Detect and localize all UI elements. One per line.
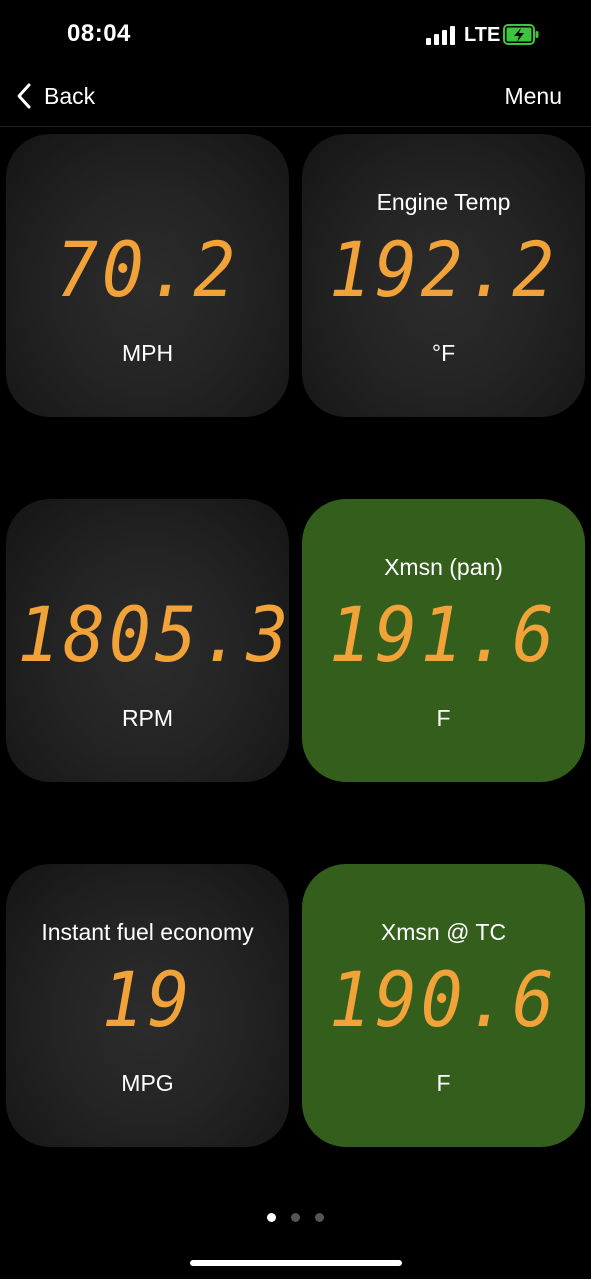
gauge-value: 1805.3: [17, 590, 292, 679]
gauge-tile-xmsn-tc[interactable]: Xmsn @ TC 190.6 F: [302, 864, 585, 1147]
gauge-value: 19: [101, 955, 194, 1044]
gauge-tile-speed[interactable]: 70.2 MPH: [6, 134, 289, 417]
gauge-unit: °F: [431, 340, 456, 366]
network-type: LTE: [464, 24, 501, 46]
gauge-tile-xmsn-pan[interactable]: Xmsn (pan) 191.6 F: [302, 499, 585, 782]
page-dot[interactable]: [315, 1213, 324, 1222]
home-indicator[interactable]: [190, 1260, 402, 1266]
page-dot[interactable]: [267, 1213, 276, 1222]
page-indicator[interactable]: [0, 1213, 591, 1222]
page-dot[interactable]: [291, 1213, 300, 1222]
navigation-bar: Back Menu: [0, 70, 591, 127]
gauge-value: 70.2: [55, 225, 240, 314]
gauge-value: 191.6: [329, 590, 558, 679]
gauge-title: Instant fuel economy: [41, 919, 254, 945]
battery-charging-icon: [503, 24, 539, 45]
gauge-tile-fuel-economy[interactable]: Instant fuel economy 19 MPG: [6, 864, 289, 1147]
chevron-left-icon: [17, 83, 31, 109]
gauge-title: Xmsn (pan): [384, 554, 503, 580]
gauge-unit: F: [436, 1070, 451, 1096]
gauge-unit: RPM: [121, 705, 174, 731]
menu-button[interactable]: Menu: [504, 83, 562, 110]
gauge-unit: MPG: [121, 1070, 174, 1096]
gauge-value: 192.2: [329, 225, 558, 314]
cellular-signal-icon: [426, 25, 456, 45]
gauge-tile-rpm[interactable]: 1805.3 RPM: [6, 499, 289, 782]
gauge-value: 190.6: [329, 955, 558, 1044]
status-time: 08:04: [67, 20, 131, 47]
back-label: Back: [44, 82, 96, 109]
gauge-unit: MPH: [121, 340, 174, 366]
gauge-title: Engine Temp: [376, 189, 511, 215]
gauge-title: Xmsn @ TC: [380, 919, 507, 945]
gauge-tile-engine-temp[interactable]: Engine Temp 192.2 °F: [302, 134, 585, 417]
back-button[interactable]: Back: [16, 80, 95, 112]
status-bar: 08:04 LTE: [0, 0, 591, 70]
gauge-unit: F: [436, 705, 451, 731]
